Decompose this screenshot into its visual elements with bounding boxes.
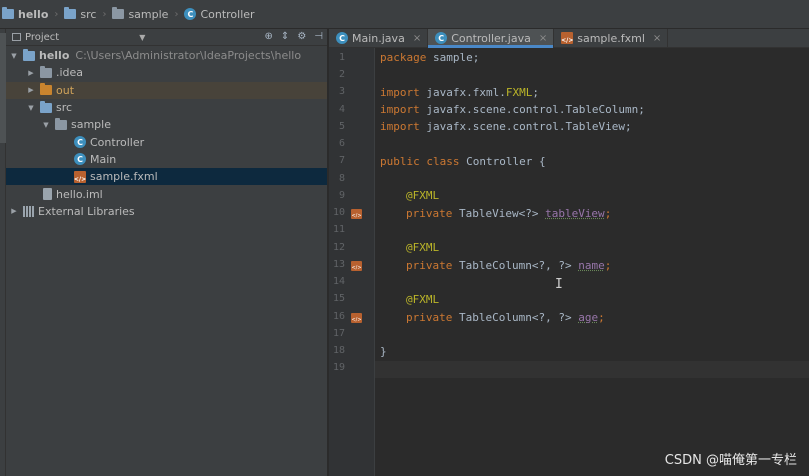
tree-item-main[interactable]: C Main [6, 151, 327, 168]
class-icon: C [435, 32, 448, 44]
chevron-down-icon[interactable]: ▼ [139, 33, 145, 42]
code-line-4: import javafx.scene.control.TableColumn; [380, 103, 645, 116]
code-line-15: @FXML [406, 293, 440, 306]
package-icon [112, 7, 125, 19]
code-line-7: public class Controller { [380, 155, 546, 168]
breadcrumb-item-controller[interactable]: C Controller [184, 8, 255, 21]
folder-icon [40, 65, 52, 78]
code-line-5: import javafx.scene.control.TableView; [380, 120, 632, 133]
fxml-navigate-icon[interactable]: </> [351, 261, 362, 271]
class-icon: C [336, 32, 348, 44]
line-number: 15 [332, 293, 345, 304]
folder-icon [23, 48, 35, 61]
project-panel-header: Project ▼ ⊕ ⇕ ⚙ ⊣ [6, 29, 327, 46]
tree-item-controller[interactable]: C Controller [6, 133, 327, 150]
breadcrumb-separator: › [54, 8, 59, 20]
project-toolbar: ⊕ ⇕ ⚙ ⊣ [265, 31, 323, 42]
collapse-arrow-icon[interactable]: ▶ [9, 207, 19, 215]
text-cursor-icon: I [555, 277, 563, 292]
collapse-arrow-icon[interactable]: ▶ [26, 86, 36, 94]
watermark: CSDN @喵俺第一专栏 [664, 453, 797, 468]
folder-icon [40, 83, 52, 96]
line-number: 18 [332, 345, 345, 356]
fxml-file-icon: </> [74, 170, 86, 183]
folder-icon [2, 7, 14, 19]
class-icon: C [74, 153, 86, 166]
code-line-13: private TableColumn<?, ?> name; [406, 259, 612, 272]
code-line-10: private TableView<?> tableView; [406, 207, 612, 220]
gear-icon[interactable]: ⚙ [297, 31, 306, 42]
line-number: 1 [338, 52, 345, 63]
code-line-12: @FXML [406, 241, 440, 254]
package-icon [55, 117, 67, 130]
fxml-navigate-icon[interactable]: </> [351, 313, 362, 323]
line-number: 4 [338, 104, 345, 115]
line-number: 17 [332, 328, 345, 339]
breadcrumb-item-sample[interactable]: sample [112, 7, 168, 21]
tree-item-sample[interactable]: ▼ sample [6, 116, 327, 133]
class-icon: C [184, 8, 197, 20]
tree-item-src[interactable]: ▼ src [6, 99, 327, 116]
code-line-3: import javafx.fxml.FXML; [380, 86, 539, 99]
code-editor: C Main.java × C Controller.java × </> sa… [329, 29, 809, 476]
tree-item-idea[interactable]: ▶ .idea [6, 64, 327, 81]
line-number: 12 [332, 242, 345, 253]
line-number: 10 [332, 207, 345, 218]
tab-main-java[interactable]: C Main.java × [329, 29, 429, 47]
code-line-18: } [380, 345, 387, 358]
line-number: 5 [338, 121, 345, 132]
folder-icon [64, 7, 77, 19]
line-number: 11 [332, 224, 345, 235]
code-line-1: package sample; [380, 51, 480, 64]
breadcrumb-item-src[interactable]: src [64, 7, 96, 21]
line-number: 6 [338, 138, 345, 149]
tree-item-external-libraries[interactable]: ▶ External Libraries [6, 203, 327, 220]
hide-panel-icon[interactable]: ⊣ [314, 31, 323, 42]
expand-arrow-icon[interactable]: ▼ [9, 52, 19, 60]
expand-arrow-icon[interactable]: ▼ [41, 121, 51, 129]
tab-controller-java[interactable]: C Controller.java × [428, 29, 555, 48]
line-number: 7 [338, 155, 345, 166]
collapse-arrow-icon[interactable]: ▶ [26, 69, 36, 77]
locate-icon[interactable]: ⊕ [265, 31, 273, 42]
line-number: 14 [332, 276, 345, 287]
collapse-all-icon[interactable]: ⇕ [281, 31, 289, 42]
folder-icon [40, 100, 52, 113]
current-line-highlight [375, 361, 809, 378]
line-number: 2 [338, 69, 345, 80]
class-icon: C [74, 136, 86, 149]
code-line-9: @FXML [406, 189, 440, 202]
close-icon[interactable]: × [413, 33, 421, 44]
editor-tabs: C Main.java × C Controller.java × </> sa… [329, 29, 809, 48]
module-file-icon [43, 188, 52, 201]
editor-gutter[interactable]: 1 2 3 4 5 6 7 8 9 10 11 12 13 14 15 16 1… [329, 48, 375, 476]
expand-arrow-icon[interactable]: ▼ [26, 104, 36, 112]
line-number: 13 [332, 259, 345, 270]
tree-item-out[interactable]: ▶ out [6, 81, 327, 99]
close-icon[interactable]: × [653, 33, 661, 44]
line-number: 19 [332, 362, 345, 373]
breadcrumb-item-hello[interactable]: hello [2, 7, 48, 21]
line-number: 9 [338, 190, 345, 201]
window-icon [12, 33, 21, 41]
tree-item-hello[interactable]: ▼ hello C:\Users\Administrator\IdeaProje… [6, 47, 327, 64]
fxml-navigate-icon[interactable]: </> [351, 209, 362, 219]
close-icon[interactable]: × [539, 33, 547, 44]
code-line-16: private TableColumn<?, ?> age; [406, 311, 605, 324]
tab-sample-fxml[interactable]: </> sample.fxml × [554, 29, 669, 47]
fxml-file-icon: </> [561, 32, 573, 44]
tree-item-hello-iml[interactable]: hello.iml [6, 185, 327, 202]
tree-item-sample-fxml[interactable]: </> sample.fxml [6, 168, 327, 186]
breadcrumb-separator: › [174, 8, 179, 20]
breadcrumb-separator: › [102, 8, 107, 20]
project-panel: Project ▼ ⊕ ⇕ ⚙ ⊣ ▼ hello C:\Users\Admin… [6, 29, 328, 476]
project-view-selector[interactable]: Project [12, 32, 59, 43]
line-number: 3 [338, 86, 345, 97]
navigation-breadcrumb: hello › src › sample › C Controller [0, 0, 809, 29]
line-number: 16 [332, 311, 345, 322]
project-tree: ▼ hello C:\Users\Administrator\IdeaProje… [6, 47, 327, 220]
line-number: 8 [338, 173, 345, 184]
library-icon [23, 205, 34, 218]
